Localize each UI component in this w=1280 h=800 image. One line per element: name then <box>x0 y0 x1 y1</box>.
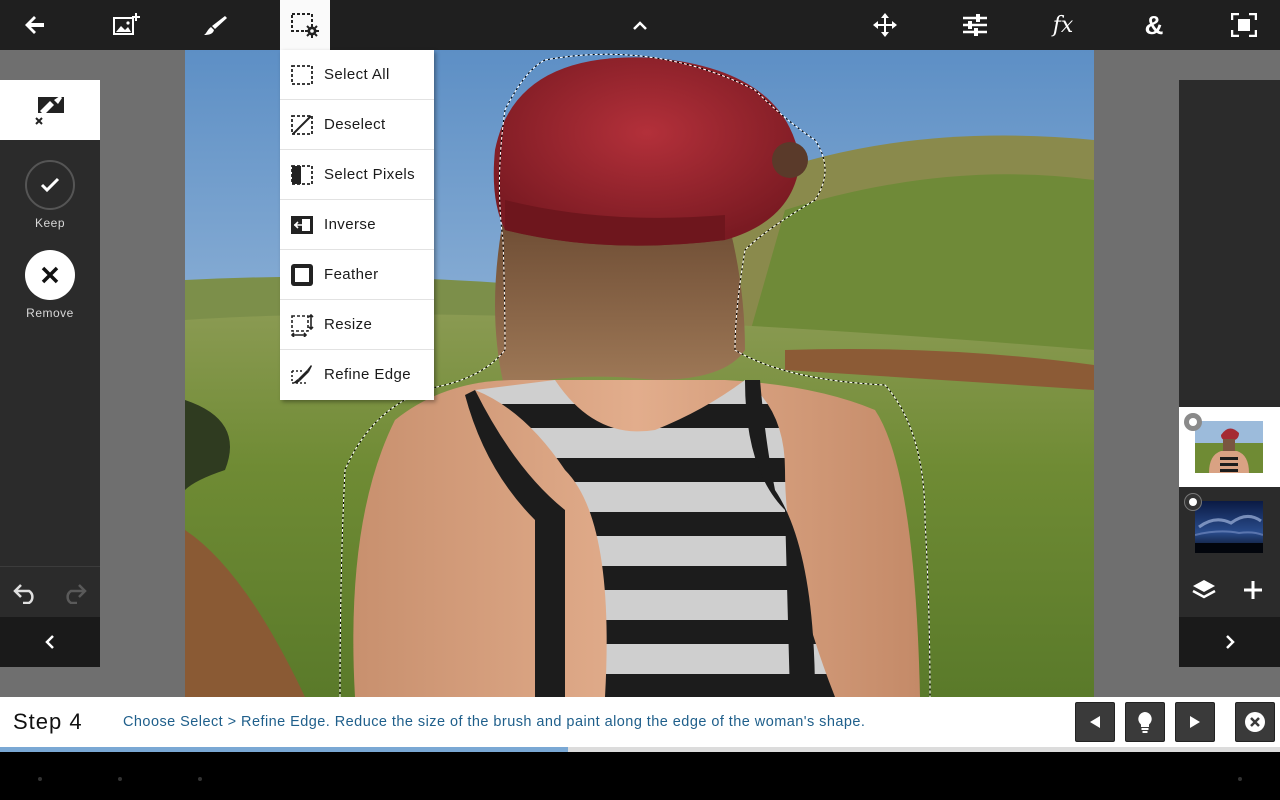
close-tutorial-button[interactable] <box>1235 702 1275 742</box>
select-settings-icon <box>291 13 319 38</box>
move-icon <box>873 13 897 37</box>
menu-item-feather[interactable]: Feather <box>280 250 434 300</box>
nav-home-icon[interactable] <box>118 777 122 781</box>
nav-menu-icon[interactable] <box>1238 777 1242 781</box>
divider <box>0 566 100 567</box>
layer-item-sky[interactable] <box>1179 487 1280 567</box>
menu-item-label: Resize <box>324 316 373 333</box>
top-toolbar: fx & <box>0 0 1280 50</box>
triangle-right-icon <box>1190 716 1200 728</box>
keep-button[interactable] <box>25 160 75 210</box>
refine-edge-icon <box>291 364 312 384</box>
menu-item-refine-edge[interactable]: Refine Edge <box>280 350 434 399</box>
layers-button[interactable] <box>1191 577 1217 603</box>
back-arrow-icon <box>25 16 44 34</box>
menu-item-select-pixels[interactable]: Select Pixels <box>280 150 434 200</box>
text-overlay-button[interactable]: & <box>1129 0 1179 50</box>
sliders-icon <box>963 14 987 36</box>
left-tool-panel: Keep Remove <box>0 80 100 667</box>
effects-button[interactable]: fx <box>1038 0 1088 50</box>
menu-item-label: Feather <box>324 266 379 283</box>
triangle-left-icon <box>1090 716 1100 728</box>
menu-item-select-all[interactable]: Select All <box>280 50 434 100</box>
feather-icon <box>291 263 313 286</box>
close-icon <box>41 266 59 284</box>
menu-item-label: Inverse <box>324 216 376 233</box>
chevron-right-icon <box>1225 635 1235 649</box>
redo-button[interactable] <box>60 580 88 606</box>
layer-visibility-toggle[interactable] <box>1184 493 1202 511</box>
add-layer-button[interactable] <box>1240 577 1266 603</box>
fx-icon: fx <box>1052 12 1074 38</box>
add-image-button[interactable] <box>102 0 152 50</box>
tutorial-step-bar: Step 4 Choose Select > Refine Edge. Redu… <box>0 697 1280 747</box>
step-instruction: Choose Select > Refine Edge. Reduce the … <box>123 714 866 730</box>
adjustments-button[interactable] <box>950 0 1000 50</box>
menu-item-label: Refine Edge <box>324 366 411 383</box>
layer-visibility-toggle[interactable] <box>1184 413 1202 431</box>
system-nav-bar <box>0 752 1280 800</box>
remove-button[interactable] <box>25 250 75 300</box>
refine-edge-tool-button[interactable] <box>0 80 100 140</box>
nav-recents-icon[interactable] <box>198 777 202 781</box>
previous-step-button[interactable] <box>1075 702 1115 742</box>
undo-button[interactable] <box>12 580 40 606</box>
layers-icon <box>1192 580 1216 599</box>
add-image-icon <box>113 13 140 35</box>
select-tool-button[interactable] <box>280 0 330 50</box>
select-pixels-icon <box>291 164 313 185</box>
menu-item-label: Deselect <box>324 116 386 133</box>
nav-back-icon[interactable] <box>38 777 42 781</box>
layer-thumbnail-sky <box>1195 501 1263 553</box>
next-step-button[interactable] <box>1175 702 1215 742</box>
menu-item-deselect[interactable]: Deselect <box>280 100 434 150</box>
refine-brush-icon <box>35 96 64 125</box>
layers-panel <box>1179 80 1280 667</box>
fullscreen-button[interactable] <box>1219 0 1269 50</box>
move-tool-button[interactable] <box>860 0 910 50</box>
close-circle-icon <box>1245 712 1265 732</box>
menu-item-label: Select Pixels <box>324 166 416 183</box>
select-all-icon <box>291 64 313 85</box>
step-title: Step 4 <box>13 709 83 734</box>
inverse-icon <box>291 215 313 234</box>
checkmark-icon <box>40 177 60 193</box>
keep-label: Keep <box>34 216 66 230</box>
menu-item-label: Select All <box>324 66 390 83</box>
remove-label: Remove <box>26 306 74 320</box>
plus-icon <box>1244 581 1262 599</box>
select-menu: Select All Deselect Select Pixels Invers… <box>280 50 434 400</box>
ampersand-icon: & <box>1144 9 1164 40</box>
deselect-icon <box>291 114 313 135</box>
chevron-up-icon <box>633 21 647 30</box>
fullscreen-icon <box>1231 13 1257 37</box>
layer-item-woman[interactable] <box>1179 407 1280 487</box>
collapse-left-panel-button[interactable] <box>0 617 100 667</box>
menu-item-inverse[interactable]: Inverse <box>280 200 434 250</box>
lightbulb-icon <box>1138 712 1152 733</box>
chevron-left-icon <box>45 635 54 649</box>
brush-tool-button[interactable] <box>190 0 240 50</box>
menu-item-resize[interactable]: Resize <box>280 300 434 350</box>
redo-icon <box>66 584 87 604</box>
resize-icon <box>290 313 314 337</box>
hint-button[interactable] <box>1125 702 1165 742</box>
collapse-right-panel-button[interactable] <box>1179 617 1280 667</box>
back-button[interactable] <box>10 0 60 50</box>
undo-icon <box>13 584 34 604</box>
layer-thumbnail-woman <box>1195 421 1263 473</box>
brush-icon <box>204 16 227 35</box>
collapse-toolbar-button[interactable] <box>615 0 665 50</box>
